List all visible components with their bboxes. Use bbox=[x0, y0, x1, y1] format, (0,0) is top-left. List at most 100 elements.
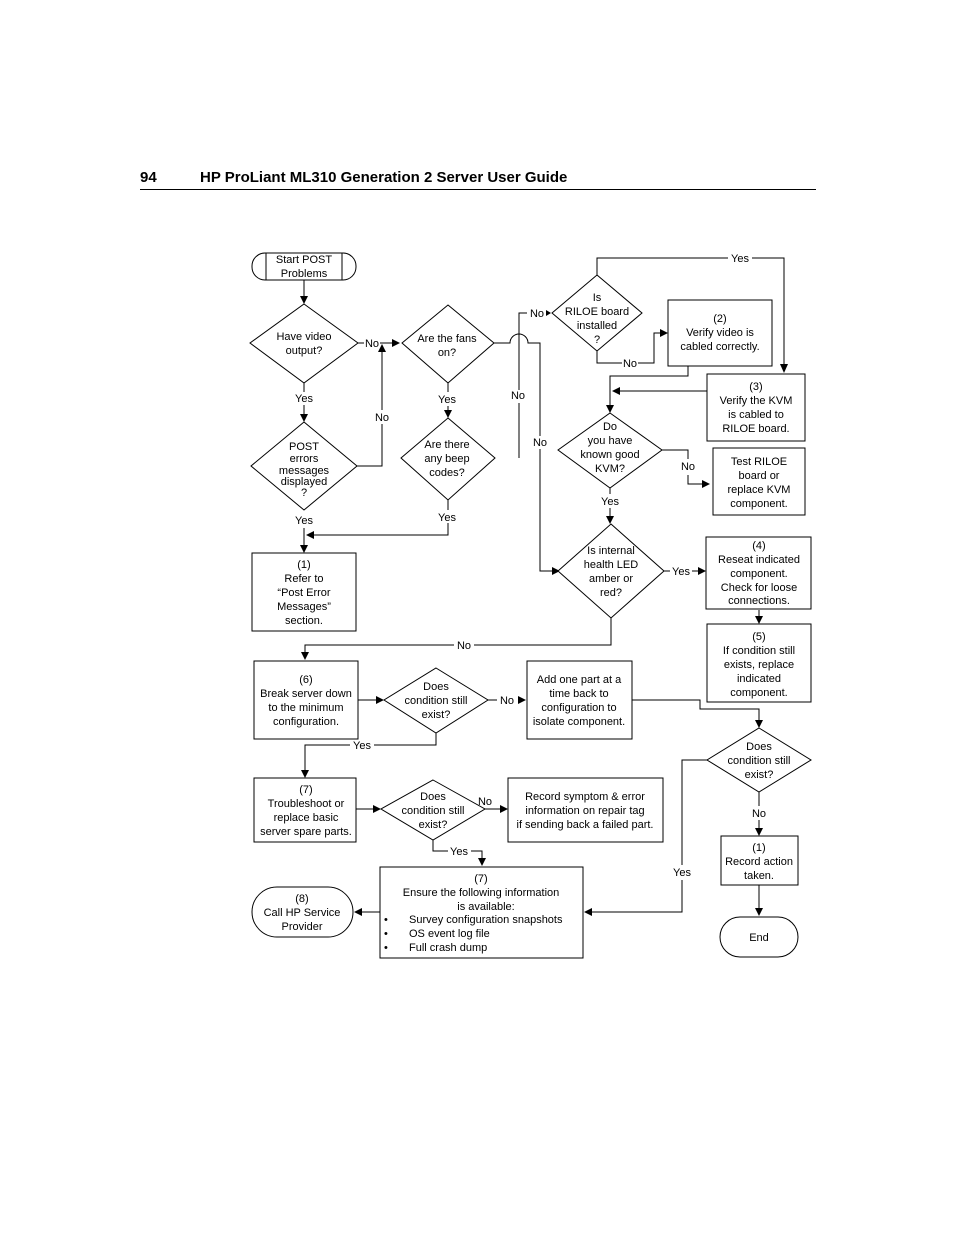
record-symptom-line-2: information on repair tag bbox=[525, 805, 644, 817]
bullet-icon: • bbox=[384, 942, 388, 954]
replace-line-3: exists, replace bbox=[724, 659, 794, 671]
arrowhead bbox=[354, 908, 362, 916]
have-video-line-2: output? bbox=[286, 345, 323, 357]
arrowhead bbox=[392, 339, 400, 347]
post-errors-line-5: ? bbox=[301, 487, 307, 499]
break-down-line-2: Break server down bbox=[260, 688, 352, 700]
record-action-line-3: taken. bbox=[744, 870, 774, 882]
refer-post-line-5: section. bbox=[285, 615, 323, 627]
refer-post-line-3: “Post Error bbox=[277, 587, 331, 599]
label-posterr-no: No bbox=[375, 412, 389, 424]
add-part-line-4: isolate component. bbox=[533, 716, 625, 728]
reseat-line-3: component. bbox=[730, 568, 787, 580]
arrowhead bbox=[300, 414, 308, 422]
cond3-line-3: exist? bbox=[419, 819, 448, 831]
reseat-line-4: Check for loose bbox=[721, 582, 797, 594]
start-line-2: Problems bbox=[281, 268, 328, 280]
call-hp-line-1: (8) bbox=[295, 893, 308, 905]
reseat-line-1: (4) bbox=[752, 540, 765, 552]
test-riloe-line-2: board or bbox=[739, 470, 780, 482]
label-fans-no: No bbox=[533, 437, 547, 449]
record-symptom-line-1: Record symptom & error bbox=[525, 791, 645, 803]
label-led-yes: Yes bbox=[672, 566, 690, 578]
verify-video-line-3: cabled correctly. bbox=[680, 341, 759, 353]
edge-posterr-no bbox=[357, 352, 383, 467]
edge-video-kvm bbox=[609, 366, 689, 405]
label-beep-yes: Yes bbox=[438, 512, 456, 524]
arrowhead bbox=[606, 516, 614, 524]
kvm-line-2: you have bbox=[588, 435, 633, 447]
label-beep-no: No bbox=[511, 390, 525, 402]
arrowhead bbox=[606, 405, 614, 413]
refer-post-line-4: Messages” bbox=[277, 601, 331, 613]
arrowhead bbox=[702, 480, 710, 488]
fans-on-line-2: on? bbox=[438, 347, 456, 359]
replace-line-4: indicated bbox=[737, 673, 781, 685]
test-riloe-line-3: replace KVM bbox=[728, 484, 791, 496]
call-hp-line-2: Call HP Service bbox=[264, 907, 341, 919]
label-kvm-yes: Yes bbox=[601, 496, 619, 508]
health-led-decision bbox=[557, 523, 665, 619]
cond3-line-2: condition still bbox=[402, 805, 465, 817]
arrowhead bbox=[584, 908, 592, 916]
arrowhead bbox=[300, 545, 308, 553]
troubleshooting-flowchart: Start POST Problems Have video output? P… bbox=[249, 252, 812, 959]
beep-codes-line-2: any beep bbox=[424, 453, 469, 465]
reseat-line-5: connections. bbox=[728, 595, 790, 607]
arrowhead bbox=[500, 805, 508, 813]
arrowhead bbox=[612, 387, 620, 395]
add-part-line-2: time back to bbox=[549, 688, 608, 700]
add-part-line-3: configuration to bbox=[541, 702, 616, 714]
cond3-line-1: Does bbox=[420, 791, 446, 803]
break-down-line-4: configuration. bbox=[273, 716, 339, 728]
troubleshoot-line-2: Troubleshoot or bbox=[268, 798, 345, 810]
riloe-line-3: installed bbox=[577, 320, 617, 332]
verify-video-line-1: (2) bbox=[713, 313, 726, 325]
verify-video-line-2: Verify video is bbox=[686, 327, 754, 339]
fans-on-line-1: Are the fans bbox=[417, 333, 477, 345]
arrowhead bbox=[300, 296, 308, 304]
bullet-icon: • bbox=[384, 928, 388, 940]
call-hp-line-3: Provider bbox=[282, 921, 323, 933]
health-led-line-1: Is internal bbox=[587, 545, 635, 557]
kvm-line-3: known good bbox=[580, 449, 639, 461]
arrowhead bbox=[301, 652, 309, 660]
verify-kvm-line-1: (3) bbox=[749, 381, 762, 393]
have-video-line-1: Have video bbox=[276, 331, 331, 343]
edge-add-cond2 bbox=[632, 699, 760, 720]
replace-line-2: If condition still bbox=[723, 645, 795, 657]
label-led-no: No bbox=[457, 640, 471, 652]
arrowhead bbox=[755, 616, 763, 624]
health-led-line-4: red? bbox=[600, 587, 622, 599]
edge-fans-no bbox=[494, 333, 552, 572]
arrowhead bbox=[546, 310, 551, 316]
arrowhead bbox=[698, 567, 706, 575]
label-cond2-yes: Yes bbox=[673, 867, 691, 879]
label-cond3-yes: Yes bbox=[450, 846, 468, 858]
beep-codes-line-1: Are there bbox=[424, 439, 469, 451]
bullet-icon: • bbox=[384, 914, 388, 926]
verify-kvm-line-4: RILOE board. bbox=[722, 423, 789, 435]
health-led-line-3: amber or bbox=[589, 573, 633, 585]
riloe-line-1: Is bbox=[593, 292, 602, 304]
record-action-line-1: (1) bbox=[752, 842, 765, 854]
arrowhead bbox=[306, 531, 314, 539]
cond2-line-3: exist? bbox=[745, 769, 774, 781]
arrowhead bbox=[301, 770, 309, 778]
label-kvm-no: No bbox=[681, 461, 695, 473]
label-fans-yes: Yes bbox=[438, 394, 456, 406]
end-label: End bbox=[749, 932, 769, 944]
shapes bbox=[249, 252, 812, 959]
beep-codes-line-3: codes? bbox=[429, 467, 464, 479]
cond2-line-2: condition still bbox=[728, 755, 791, 767]
cond1-line-2: condition still bbox=[405, 695, 468, 707]
post-errors-line-2: errors bbox=[290, 453, 319, 465]
riloe-line-2: RILOE board bbox=[565, 306, 629, 318]
label-cond2-no: No bbox=[752, 808, 766, 820]
label-riloe-no-bottom: No bbox=[623, 358, 637, 370]
riloe-line-4: ? bbox=[594, 334, 600, 346]
verify-kvm-line-2: Verify the KVM bbox=[720, 395, 793, 407]
arrowhead bbox=[780, 364, 788, 373]
cond1-line-3: exist? bbox=[422, 709, 451, 721]
label-video-yes: Yes bbox=[295, 393, 313, 405]
